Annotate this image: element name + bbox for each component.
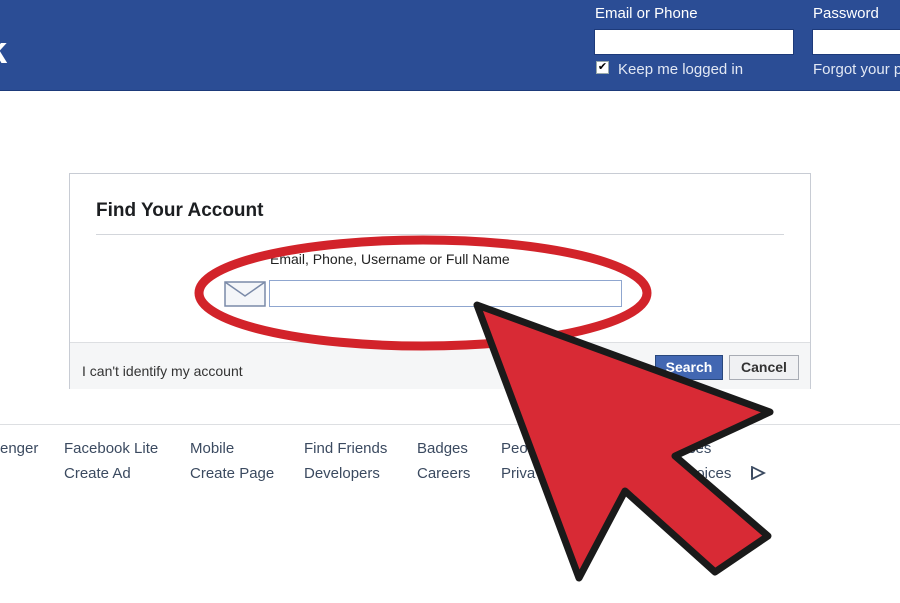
footer-link-adchoices[interactable]: hoices [688, 465, 731, 482]
password-input[interactable] [812, 29, 900, 55]
keep-logged-in-label[interactable]: Keep me logged in [618, 61, 743, 78]
card-footer: I can't identify my account Search Cance… [70, 342, 810, 389]
footer-link-badges[interactable]: Badges [417, 440, 468, 457]
adchoices-icon[interactable] [750, 466, 766, 480]
footer-divider [0, 424, 900, 425]
footer-link-privacy[interactable]: Priva [501, 465, 535, 482]
cant-identify-link[interactable]: I can't identify my account [82, 363, 243, 379]
facebook-logo[interactable]: k [0, 30, 7, 73]
email-label: Email or Phone [595, 5, 698, 22]
forgot-password-link[interactable]: Forgot your p [813, 61, 900, 78]
footer-link-people[interactable]: Peo [501, 440, 528, 457]
find-account-card: Find Your Account Email, Phone, Username… [69, 173, 811, 389]
email-input[interactable] [594, 29, 794, 55]
footer-link-mobile[interactable]: Mobile [190, 440, 234, 457]
footer-link-places[interactable]: ces [688, 440, 711, 457]
footer-link-facebook-lite[interactable]: Facebook Lite [64, 440, 158, 457]
top-navigation-bar: k Email or Phone Password ✔ Keep me logg… [0, 0, 900, 91]
card-divider [96, 234, 784, 235]
cancel-button[interactable]: Cancel [729, 355, 799, 380]
account-search-input[interactable] [269, 280, 622, 307]
password-label: Password [813, 5, 879, 22]
footer-link-create-ad[interactable]: Create Ad [64, 465, 131, 482]
search-button[interactable]: Search [655, 355, 723, 380]
envelope-icon [224, 281, 266, 307]
footer-link-find-friends[interactable]: Find Friends [304, 440, 387, 457]
footer-link-developers[interactable]: Developers [304, 465, 380, 482]
account-field-label: Email, Phone, Username or Full Name [270, 251, 510, 267]
keep-logged-in-checkbox[interactable]: ✔ [596, 61, 609, 74]
footer-link-create-page[interactable]: Create Page [190, 465, 274, 482]
card-title: Find Your Account [96, 200, 264, 221]
footer-link-careers[interactable]: Careers [417, 465, 470, 482]
footer-link-messenger[interactable]: enger [0, 440, 38, 457]
